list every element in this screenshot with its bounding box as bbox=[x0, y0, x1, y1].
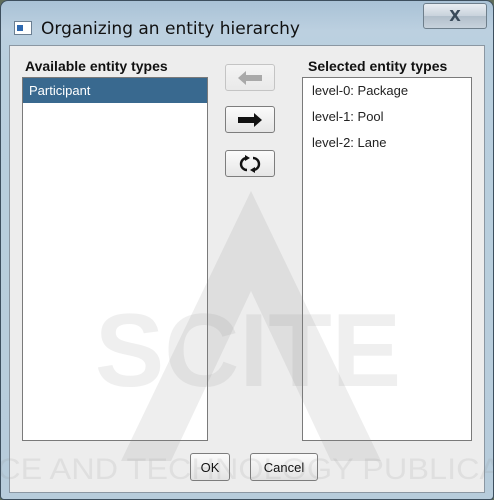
dialog-window: Organizing an entity hierarchy X Availab… bbox=[0, 0, 494, 500]
move-right-button[interactable] bbox=[225, 106, 275, 133]
selected-types-header: Selected entity types bbox=[308, 58, 448, 74]
app-window-icon bbox=[14, 21, 32, 35]
list-item-level-2[interactable]: level-2: Lane bbox=[303, 130, 471, 156]
cancel-button[interactable]: Cancel bbox=[250, 453, 318, 481]
arrow-left-icon bbox=[238, 70, 262, 85]
list-item-participant[interactable]: Participant bbox=[23, 78, 207, 103]
available-types-header: Available entity types bbox=[25, 58, 168, 74]
available-types-list[interactable]: Participant bbox=[22, 77, 208, 441]
reset-button[interactable] bbox=[225, 150, 275, 177]
selected-types-list[interactable]: level-0: Package level-1: Pool level-2: … bbox=[302, 77, 472, 441]
close-button[interactable]: X bbox=[423, 3, 487, 29]
window-title: Organizing an entity hierarchy bbox=[41, 19, 300, 39]
move-left-button[interactable] bbox=[225, 64, 275, 91]
title-bar[interactable]: Organizing an entity hierarchy X bbox=[1, 1, 493, 45]
list-item-level-0[interactable]: level-0: Package bbox=[303, 78, 471, 104]
ok-button[interactable]: OK bbox=[190, 453, 230, 481]
list-item-level-1[interactable]: level-1: Pool bbox=[303, 104, 471, 130]
arrow-right-icon bbox=[238, 112, 262, 127]
refresh-icon bbox=[239, 154, 261, 173]
dialog-body: Available entity types Participant Selec… bbox=[9, 45, 485, 493]
